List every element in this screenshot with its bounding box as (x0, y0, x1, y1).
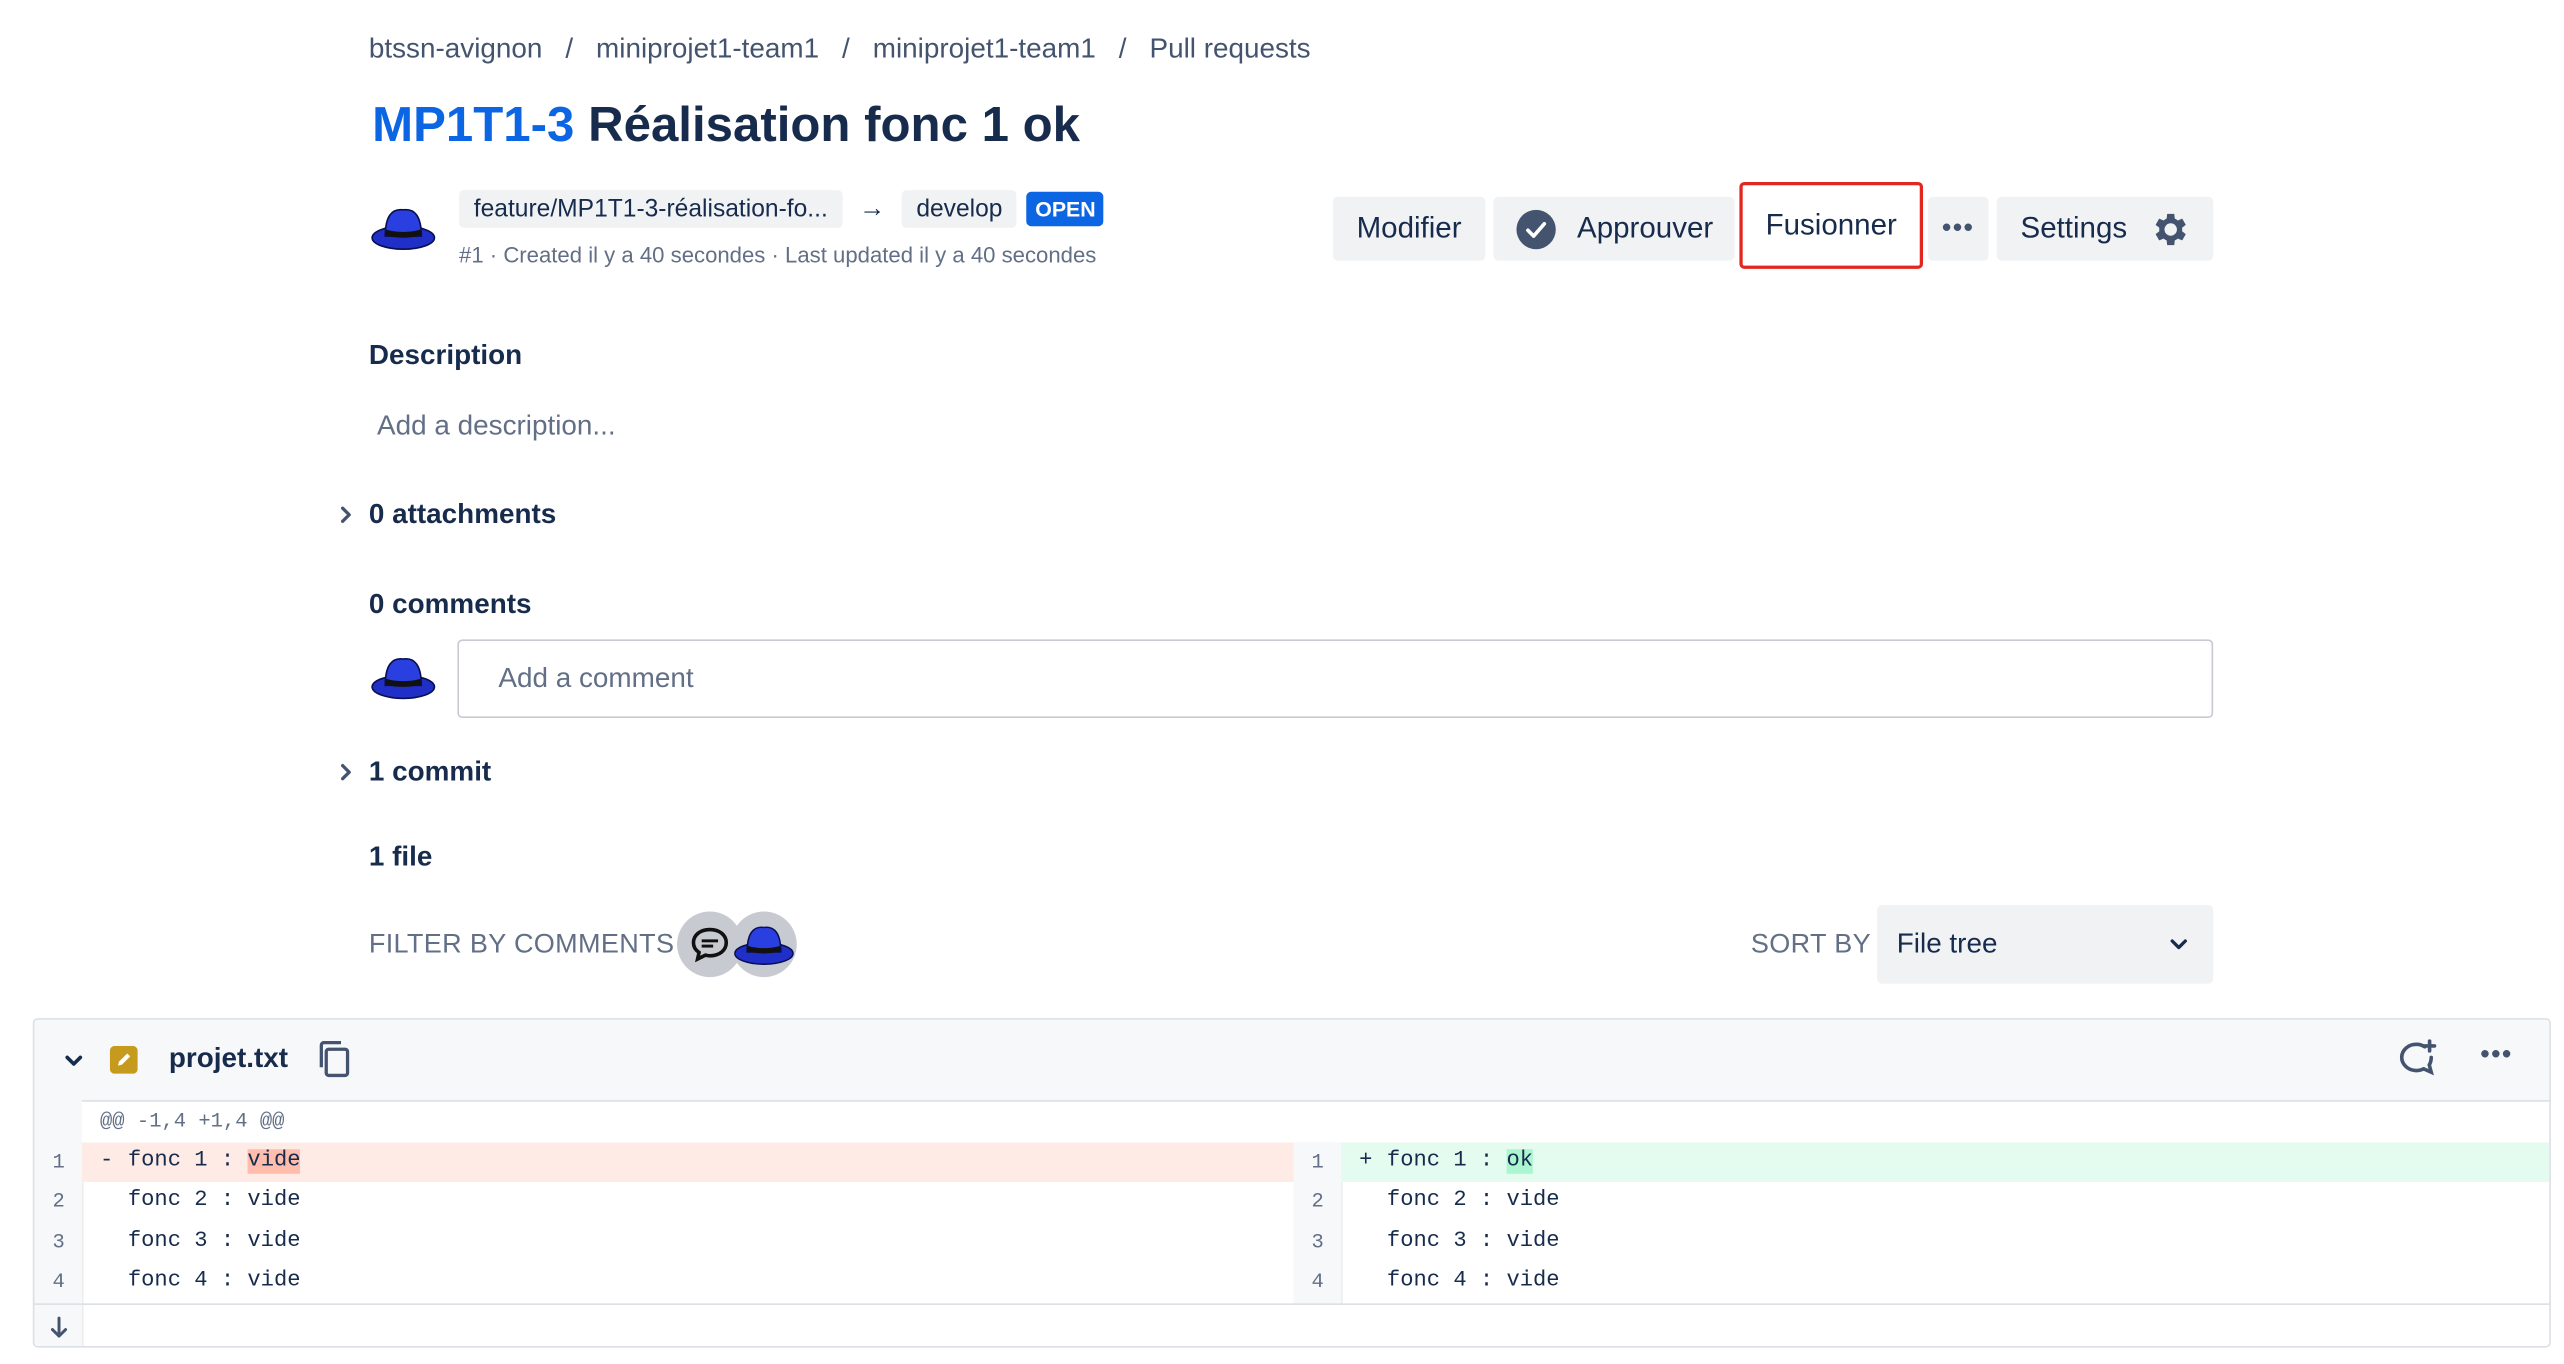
line-prefix: fonc 1 : (1386, 1149, 1507, 1174)
breadcrumb-separator: / (1118, 32, 1127, 64)
file-header: projet.txt ••• (34, 1019, 2550, 1102)
gear-icon (2154, 213, 2186, 245)
diff-line-removed[interactable]: 1 - fonc 1 : vide (34, 1143, 1293, 1182)
branch-info: feature/MP1T1-3-réalisation-fo... → deve… (459, 190, 1104, 228)
page-title: MP1T1-3 Réalisation fonc 1 ok (372, 98, 1080, 154)
line-text: fonc 4 : vide (1386, 1268, 1560, 1294)
sort-select-value: File tree (1896, 927, 1998, 960)
files-heading: 1 file (368, 841, 433, 873)
line-prefix: fonc 1 : (127, 1149, 248, 1174)
settings-button[interactable]: Settings (1996, 196, 2214, 261)
line-text: fonc 1 : vide (128, 1149, 301, 1174)
hunk-range: @@ -1,4 +1,4 @@ (100, 1109, 285, 1133)
breadcrumb: btssn-avignon / miniprojet1-team1 / miniproj… (369, 33, 1311, 66)
merge-button-label: Fusionner (1765, 208, 1897, 241)
source-branch[interactable]: feature/MP1T1-3-réalisation-fo... (459, 190, 843, 228)
breadcrumb-workspace[interactable]: btssn-avignon (369, 33, 543, 64)
current-user-avatar (371, 652, 437, 709)
expand-down-icon[interactable] (48, 1315, 71, 1341)
diff-line-added[interactable]: 1 + fonc 1 : ok (1293, 1143, 2549, 1182)
line-number: 2 (52, 1190, 65, 1214)
sort-select[interactable]: File tree (1877, 904, 2214, 984)
edit-button[interactable]: Modifier (1332, 196, 1486, 261)
line-text: fonc 2 : vide (127, 1188, 301, 1214)
diff-sign: + (1359, 1149, 1373, 1174)
attachments-heading: 0 attachments (368, 498, 557, 530)
file-diff: projet.txt ••• @@ -1,4 +1,4 @@ 1 - fonc … (32, 1018, 2551, 1348)
chevron-right-icon (340, 506, 351, 523)
line-number: 1 (52, 1150, 65, 1174)
diff-sign: - (100, 1149, 114, 1174)
target-branch[interactable]: develop (901, 190, 1018, 228)
user-avatar-hat-icon (371, 208, 436, 251)
comments-heading: 0 comments (368, 588, 532, 620)
author-avatar[interactable] (371, 203, 437, 260)
comment-input[interactable]: Add a comment (457, 639, 2214, 719)
settings-button-label: Settings (2020, 211, 2128, 245)
more-actions-button[interactable]: ••• (1927, 196, 1989, 261)
chevron-right-icon (340, 763, 351, 781)
edit-file-icon (109, 1045, 138, 1074)
added-word: ok (1506, 1149, 1534, 1174)
line-text: fonc 3 : vide (1386, 1229, 1560, 1255)
approve-button[interactable]: Approuver (1493, 196, 1735, 261)
arrow-right-icon: → (858, 194, 886, 223)
line-text: fonc 2 : vide (1386, 1188, 1560, 1214)
hunk-gutter (34, 1100, 82, 1143)
line-number: 4 (1311, 1270, 1324, 1294)
diff-line[interactable]: 4 fonc 4 : vide (1293, 1262, 2549, 1301)
breadcrumb-separator: / (565, 32, 574, 64)
description-editor[interactable]: Add a description... (377, 410, 616, 443)
issue-key-link[interactable]: MP1T1-3 (372, 98, 574, 152)
line-number: 3 (1311, 1231, 1324, 1255)
sort-by-label: SORT BY (1750, 929, 1871, 960)
diff-footer (34, 1303, 2550, 1346)
user-avatar-hat-icon (734, 926, 794, 965)
diff-right-pane: 1 + fonc 1 : ok 2 fonc 2 : vide 3 fonc 3… (1293, 1142, 2550, 1304)
file-more-icon[interactable]: ••• (2480, 1041, 2512, 1071)
description-heading: Description (368, 339, 523, 371)
breadcrumb-separator: / (842, 32, 850, 64)
line-number: 2 (1311, 1190, 1324, 1214)
user-avatar-hat-icon (371, 658, 436, 700)
removed-word: vide (247, 1149, 301, 1174)
line-number: 3 (52, 1231, 65, 1255)
hunk-header: @@ -1,4 +1,4 @@ (34, 1100, 2550, 1145)
pr-meta: #1 · Created il y a 40 secondes · Last u… (459, 242, 1097, 268)
status-badge: OPEN (1027, 191, 1104, 227)
diff-line[interactable]: 3 fonc 3 : vide (1293, 1223, 2549, 1262)
check-circle-icon (1516, 209, 1556, 249)
line-text: fonc 3 : vide (127, 1229, 301, 1255)
chevron-down-icon (2170, 939, 2187, 950)
line-number: 4 (52, 1270, 65, 1294)
breadcrumb-repository[interactable]: miniprojet1-team1 (873, 33, 1096, 64)
merge-button[interactable]: Fusionner (1739, 181, 1924, 269)
diff-line[interactable]: 2 fonc 2 : vide (1293, 1182, 2549, 1221)
pull-request-page: btssn-avignon / miniprojet1-team1 / miniproj… (0, 0, 2564, 1364)
commits-heading: 1 commit (368, 755, 492, 787)
diff-left-pane: 1 - fonc 1 : vide 2 fonc 2 : vide 3 fonc… (34, 1142, 1296, 1304)
approve-button-label: Approuver (1577, 211, 1714, 245)
diff-line[interactable]: 3 fonc 3 : vide (34, 1223, 1293, 1262)
filter-user-avatar[interactable] (731, 911, 797, 978)
diff-line[interactable]: 4 fonc 4 : vide (34, 1262, 1293, 1301)
line-text: fonc 1 : ok (1386, 1149, 1534, 1174)
comment-filter-icon (691, 927, 729, 963)
line-text: fonc 4 : vide (127, 1268, 301, 1294)
breadcrumb-project[interactable]: miniprojet1-team1 (596, 33, 819, 64)
chevron-down-icon[interactable] (62, 1049, 85, 1072)
pr-title: Réalisation fonc 1 ok (588, 98, 1081, 153)
filter-by-comments-label: FILTER BY COMMENTS (368, 929, 675, 960)
line-number: 1 (1311, 1150, 1324, 1174)
comment-placeholder: Add a comment (498, 662, 694, 694)
more-icon: ••• (1942, 213, 1975, 242)
copy-icon[interactable] (316, 1039, 352, 1078)
breadcrumb-pull-requests[interactable]: Pull requests (1150, 33, 1311, 64)
attachments-toggle[interactable]: 0 attachments (334, 498, 556, 531)
add-comment-icon[interactable] (2397, 1039, 2440, 1078)
edit-button-label: Modifier (1356, 211, 1462, 245)
diff-line[interactable]: 2 fonc 2 : vide (34, 1182, 1293, 1221)
file-name[interactable]: projet.txt (169, 1043, 288, 1076)
commits-toggle[interactable]: 1 commit (334, 756, 491, 789)
